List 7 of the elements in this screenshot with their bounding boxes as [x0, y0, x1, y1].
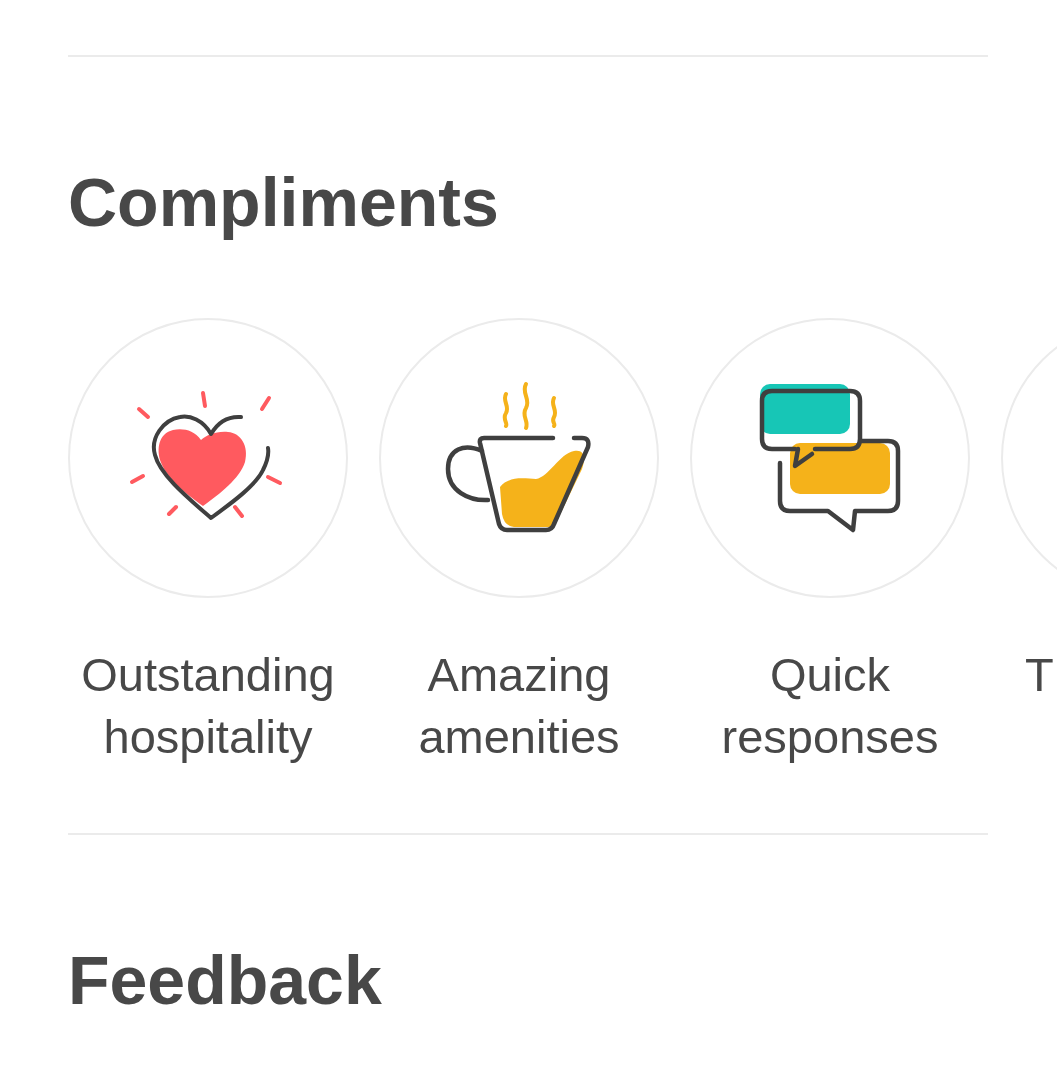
compliment-label: Outstanding hospitality [81, 647, 335, 763]
chat-bubbles-icon [757, 382, 903, 533]
compliment-label: T [1025, 647, 1054, 701]
compliment-label: Amazing amenities [418, 647, 620, 763]
compliment-label: Quick responses [721, 647, 939, 763]
section-heading: Compliments [68, 163, 500, 242]
section-heading: Feedback [68, 940, 383, 1020]
